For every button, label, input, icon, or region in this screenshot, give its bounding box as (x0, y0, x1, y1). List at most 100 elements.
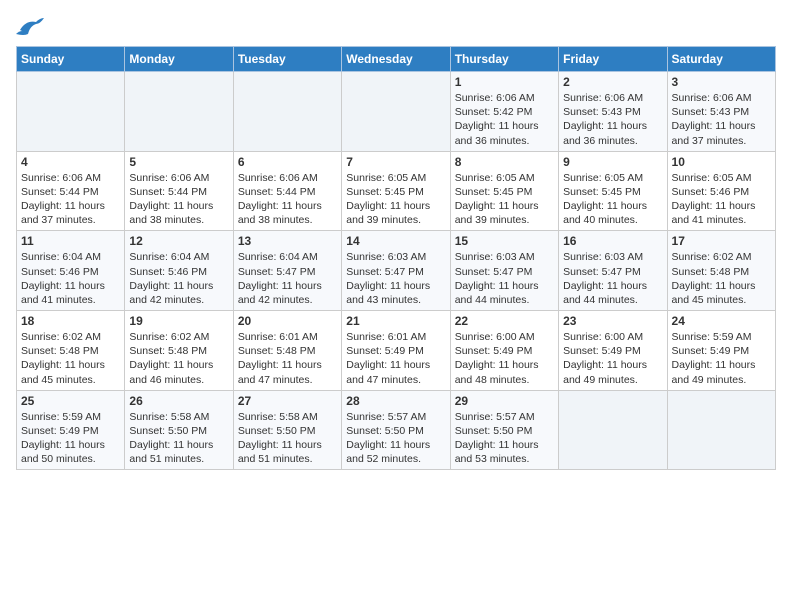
day-info: Sunrise: 6:00 AM Sunset: 5:49 PM Dayligh… (563, 330, 662, 387)
day-info: Sunrise: 6:06 AM Sunset: 5:43 PM Dayligh… (563, 91, 662, 148)
day-info: Sunrise: 5:59 AM Sunset: 5:49 PM Dayligh… (672, 330, 771, 387)
day-number: 17 (672, 234, 771, 248)
calendar-cell: 21 Sunrise: 6:01 AM Sunset: 5:49 PM Dayli… (342, 311, 450, 391)
calendar-cell: 7 Sunrise: 6:05 AM Sunset: 5:45 PM Daylig… (342, 151, 450, 231)
day-info: Sunrise: 6:06 AM Sunset: 5:44 PM Dayligh… (21, 171, 120, 228)
day-info: Sunrise: 5:58 AM Sunset: 5:50 PM Dayligh… (238, 410, 337, 467)
calendar-cell: 12Sunrise: 6:04 AM Sunset: 5:46 PM Dayli… (125, 231, 233, 311)
day-info: Sunrise: 5:57 AM Sunset: 5:50 PM Dayligh… (346, 410, 445, 467)
header-tuesday: Tuesday (233, 47, 341, 72)
day-number: 26 (129, 394, 228, 408)
day-number: 10 (672, 155, 771, 169)
calendar-cell (17, 72, 125, 152)
day-info: Sunrise: 6:05 AM Sunset: 5:46 PM Dayligh… (672, 171, 771, 228)
day-number: 20 (238, 314, 337, 328)
calendar-cell: 18Sunrise: 6:02 AM Sunset: 5:48 PM Dayli… (17, 311, 125, 391)
day-number: 11 (21, 234, 120, 248)
day-info: Sunrise: 6:05 AM Sunset: 5:45 PM Dayligh… (346, 171, 445, 228)
calendar-cell: 26Sunrise: 5:58 AM Sunset: 5:50 PM Dayli… (125, 390, 233, 470)
day-info: Sunrise: 6:06 AM Sunset: 5:44 PM Dayligh… (129, 171, 228, 228)
calendar-cell: 25 Sunrise: 5:59 AM Sunset: 5:49 PM Dayli… (17, 390, 125, 470)
day-info: Sunrise: 6:06 AM Sunset: 5:42 PM Dayligh… (455, 91, 554, 148)
calendar-cell: 14 Sunrise: 6:03 AM Sunset: 5:47 PM Dayli… (342, 231, 450, 311)
day-number: 14 (346, 234, 445, 248)
day-info: Sunrise: 6:02 AM Sunset: 5:48 PM Dayligh… (672, 250, 771, 307)
day-info: Sunrise: 6:03 AM Sunset: 5:47 PM Dayligh… (346, 250, 445, 307)
day-number: 12 (129, 234, 228, 248)
day-info: Sunrise: 6:04 AM Sunset: 5:47 PM Dayligh… (238, 250, 337, 307)
day-number: 7 (346, 155, 445, 169)
calendar-cell (233, 72, 341, 152)
header-friday: Friday (559, 47, 667, 72)
day-number: 15 (455, 234, 554, 248)
day-number: 9 (563, 155, 662, 169)
calendar-cell: 1 Sunrise: 6:06 AM Sunset: 5:42 PM Daylig… (450, 72, 558, 152)
day-number: 27 (238, 394, 337, 408)
calendar-cell: 15 Sunrise: 6:03 AM Sunset: 5:47 PM Dayli… (450, 231, 558, 311)
calendar-cell: 11 Sunrise: 6:04 AM Sunset: 5:46 PM Dayli… (17, 231, 125, 311)
calendar-cell (342, 72, 450, 152)
day-number: 2 (563, 75, 662, 89)
day-info: Sunrise: 6:06 AM Sunset: 5:44 PM Dayligh… (238, 171, 337, 228)
logo-bird-icon (16, 16, 44, 38)
day-info: Sunrise: 6:02 AM Sunset: 5:48 PM Dayligh… (21, 330, 120, 387)
day-info: Sunrise: 6:05 AM Sunset: 5:45 PM Dayligh… (455, 171, 554, 228)
day-number: 22 (455, 314, 554, 328)
header-sunday: Sunday (17, 47, 125, 72)
day-number: 5 (129, 155, 228, 169)
day-number: 13 (238, 234, 337, 248)
calendar-cell: 19Sunrise: 6:02 AM Sunset: 5:48 PM Dayli… (125, 311, 233, 391)
calendar-cell: 24 Sunrise: 5:59 AM Sunset: 5:49 PM Dayli… (667, 311, 775, 391)
calendar-cell: 2 Sunrise: 6:06 AM Sunset: 5:43 PM Daylig… (559, 72, 667, 152)
calendar-cell (125, 72, 233, 152)
calendar-header-row: SundayMondayTuesdayWednesdayThursdayFrid… (17, 47, 776, 72)
day-number: 16 (563, 234, 662, 248)
day-number: 28 (346, 394, 445, 408)
header-thursday: Thursday (450, 47, 558, 72)
calendar-cell: 27 Sunrise: 5:58 AM Sunset: 5:50 PM Dayli… (233, 390, 341, 470)
calendar-cell: 16Sunrise: 6:03 AM Sunset: 5:47 PM Dayli… (559, 231, 667, 311)
day-number: 29 (455, 394, 554, 408)
day-info: Sunrise: 6:04 AM Sunset: 5:46 PM Dayligh… (21, 250, 120, 307)
day-number: 19 (129, 314, 228, 328)
calendar-cell: 17 Sunrise: 6:02 AM Sunset: 5:48 PM Dayli… (667, 231, 775, 311)
header-wednesday: Wednesday (342, 47, 450, 72)
day-info: Sunrise: 6:03 AM Sunset: 5:47 PM Dayligh… (455, 250, 554, 307)
calendar-week-row: 1 Sunrise: 6:06 AM Sunset: 5:42 PM Daylig… (17, 72, 776, 152)
logo (16, 16, 48, 38)
day-number: 8 (455, 155, 554, 169)
calendar-cell: 4 Sunrise: 6:06 AM Sunset: 5:44 PM Daylig… (17, 151, 125, 231)
day-number: 21 (346, 314, 445, 328)
calendar-cell: 13 Sunrise: 6:04 AM Sunset: 5:47 PM Dayli… (233, 231, 341, 311)
calendar-cell (559, 390, 667, 470)
day-number: 4 (21, 155, 120, 169)
calendar-cell: 23Sunrise: 6:00 AM Sunset: 5:49 PM Dayli… (559, 311, 667, 391)
calendar-week-row: 11 Sunrise: 6:04 AM Sunset: 5:46 PM Dayli… (17, 231, 776, 311)
calendar-cell: 22Sunrise: 6:00 AM Sunset: 5:49 PM Dayli… (450, 311, 558, 391)
page-header (16, 16, 776, 38)
day-info: Sunrise: 6:06 AM Sunset: 5:43 PM Dayligh… (672, 91, 771, 148)
day-number: 1 (455, 75, 554, 89)
calendar-week-row: 18Sunrise: 6:02 AM Sunset: 5:48 PM Dayli… (17, 311, 776, 391)
day-number: 24 (672, 314, 771, 328)
header-saturday: Saturday (667, 47, 775, 72)
calendar-cell: 9 Sunrise: 6:05 AM Sunset: 5:45 PM Daylig… (559, 151, 667, 231)
day-info: Sunrise: 6:01 AM Sunset: 5:48 PM Dayligh… (238, 330, 337, 387)
calendar-week-row: 25 Sunrise: 5:59 AM Sunset: 5:49 PM Dayli… (17, 390, 776, 470)
day-number: 25 (21, 394, 120, 408)
day-number: 6 (238, 155, 337, 169)
day-info: Sunrise: 5:57 AM Sunset: 5:50 PM Dayligh… (455, 410, 554, 467)
day-info: Sunrise: 6:01 AM Sunset: 5:49 PM Dayligh… (346, 330, 445, 387)
day-info: Sunrise: 5:59 AM Sunset: 5:49 PM Dayligh… (21, 410, 120, 467)
calendar-cell (667, 390, 775, 470)
calendar-cell: 6 Sunrise: 6:06 AM Sunset: 5:44 PM Daylig… (233, 151, 341, 231)
day-info: Sunrise: 6:05 AM Sunset: 5:45 PM Dayligh… (563, 171, 662, 228)
calendar-table: SundayMondayTuesdayWednesdayThursdayFrid… (16, 46, 776, 470)
calendar-cell: 10 Sunrise: 6:05 AM Sunset: 5:46 PM Dayli… (667, 151, 775, 231)
calendar-cell: 8 Sunrise: 6:05 AM Sunset: 5:45 PM Daylig… (450, 151, 558, 231)
calendar-cell: 3 Sunrise: 6:06 AM Sunset: 5:43 PM Daylig… (667, 72, 775, 152)
calendar-cell: 28 Sunrise: 5:57 AM Sunset: 5:50 PM Dayli… (342, 390, 450, 470)
header-monday: Monday (125, 47, 233, 72)
day-number: 3 (672, 75, 771, 89)
calendar-cell: 20 Sunrise: 6:01 AM Sunset: 5:48 PM Dayli… (233, 311, 341, 391)
